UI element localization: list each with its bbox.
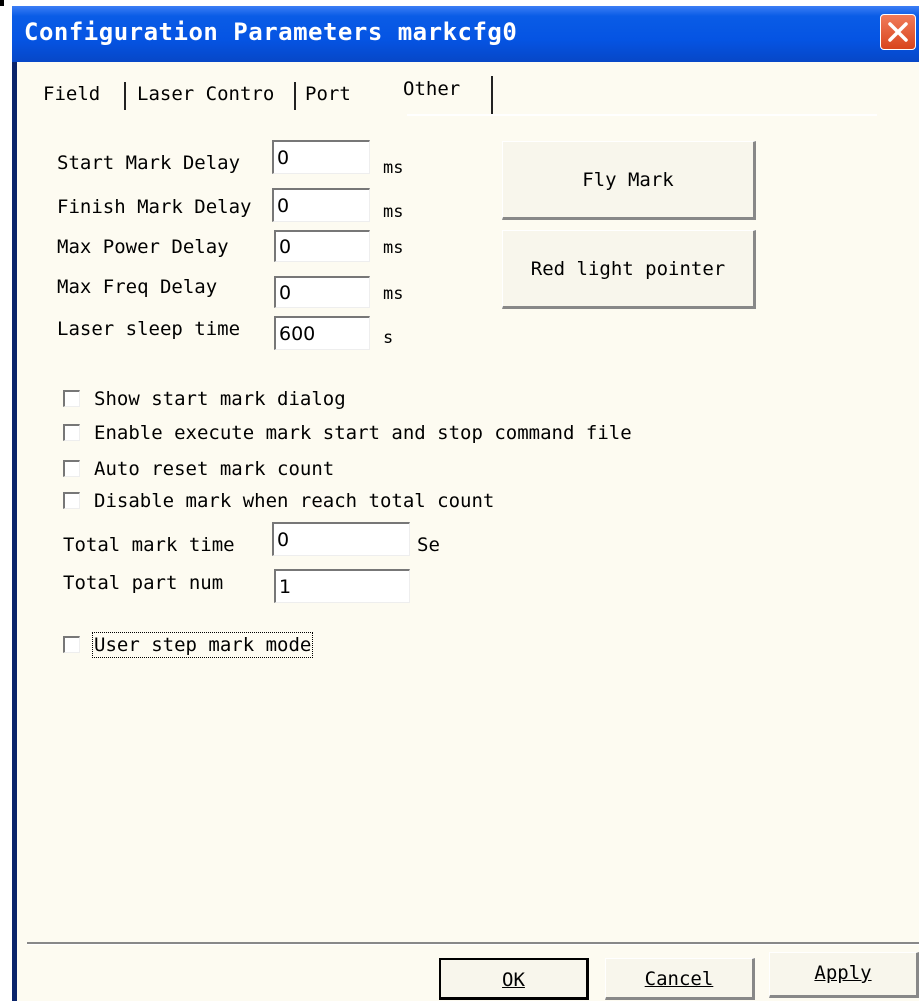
- finish-mark-delay-label: Finish Mark Delay: [57, 196, 252, 218]
- tab-page-top-edge: [407, 114, 877, 116]
- finish-mark-delay-input[interactable]: [272, 188, 370, 222]
- cancel-button-label: Cancel: [644, 968, 714, 990]
- tab-other[interactable]: Other: [397, 72, 460, 106]
- max-freq-delay-label: Max Freq Delay: [57, 276, 218, 298]
- user-step-mark-mode-row[interactable]: User step mark mode: [63, 632, 314, 658]
- max-power-delay-input[interactable]: [274, 230, 370, 262]
- user-step-mark-mode-checkbox[interactable]: [63, 636, 80, 653]
- close-button[interactable]: [880, 14, 916, 50]
- laser-sleep-time-unit: s: [383, 328, 394, 348]
- user-step-mark-mode-label: User step mark mode: [91, 632, 314, 658]
- tab-other-edge: [491, 76, 493, 116]
- ok-button[interactable]: OK: [439, 958, 589, 1000]
- total-mark-time-input[interactable]: [272, 522, 410, 556]
- disable-mark-total-count-label: Disable mark when reach total count: [94, 490, 495, 512]
- tab-port[interactable]: Port: [299, 77, 351, 111]
- start-mark-delay-input[interactable]: [272, 140, 370, 174]
- bottom-separator-highlight: [27, 944, 919, 945]
- config-dialog: Configuration Parameters markcfg0 Field …: [12, 6, 919, 1001]
- start-mark-delay-unit: ms: [383, 158, 404, 178]
- disable-mark-total-count-row[interactable]: Disable mark when reach total count: [63, 490, 494, 512]
- close-x-icon: [888, 22, 908, 42]
- window-title: Configuration Parameters markcfg0: [24, 18, 518, 46]
- window-edge-mark: [0, 0, 4, 6]
- max-power-delay-unit: ms: [383, 238, 404, 258]
- total-mark-time-label: Total mark time: [63, 534, 235, 556]
- total-part-num-label: Total part num: [63, 572, 224, 594]
- red-light-pointer-button[interactable]: Red light pointer: [502, 230, 756, 309]
- execute-command-file-checkbox[interactable]: [63, 424, 80, 441]
- dialog-client-area: Field Laser Contro Port Other Start Mark…: [17, 62, 919, 1001]
- tab-divider: [294, 82, 296, 110]
- tab-laser-control[interactable]: Laser Contro: [131, 77, 274, 111]
- cancel-button[interactable]: Cancel: [605, 958, 755, 1000]
- fly-mark-button[interactable]: Fly Mark: [502, 141, 756, 220]
- execute-command-file-label: Enable execute mark start and stop comma…: [94, 422, 632, 444]
- max-power-delay-label: Max Power Delay: [57, 236, 229, 258]
- execute-command-file-row[interactable]: Enable execute mark start and stop comma…: [63, 422, 632, 444]
- disable-mark-total-count-checkbox[interactable]: [63, 492, 80, 509]
- show-start-mark-dialog-label: Show start mark dialog: [94, 388, 346, 410]
- finish-mark-delay-unit: ms: [383, 202, 404, 222]
- max-freq-delay-input[interactable]: [274, 276, 370, 308]
- laser-sleep-time-input[interactable]: [274, 316, 370, 350]
- apply-button[interactable]: Apply: [769, 952, 919, 998]
- tab-field[interactable]: Field: [37, 77, 100, 111]
- apply-button-label: Apply: [814, 962, 872, 984]
- show-start-mark-dialog-checkbox[interactable]: [63, 390, 80, 407]
- ok-button-label: OK: [502, 969, 525, 991]
- tab-divider: [124, 82, 126, 110]
- auto-reset-mark-count-label: Auto reset mark count: [94, 458, 335, 480]
- title-bar[interactable]: Configuration Parameters markcfg0: [12, 6, 919, 62]
- start-mark-delay-label: Start Mark Delay: [57, 152, 241, 174]
- auto-reset-mark-count-row[interactable]: Auto reset mark count: [63, 458, 334, 480]
- auto-reset-mark-count-checkbox[interactable]: [63, 460, 80, 477]
- laser-sleep-time-label: Laser sleep time: [57, 318, 241, 340]
- total-mark-time-unit: Se: [417, 534, 440, 556]
- total-part-num-input[interactable]: [274, 569, 410, 603]
- show-start-mark-dialog-row[interactable]: Show start mark dialog: [63, 388, 346, 410]
- max-freq-delay-unit: ms: [383, 284, 404, 304]
